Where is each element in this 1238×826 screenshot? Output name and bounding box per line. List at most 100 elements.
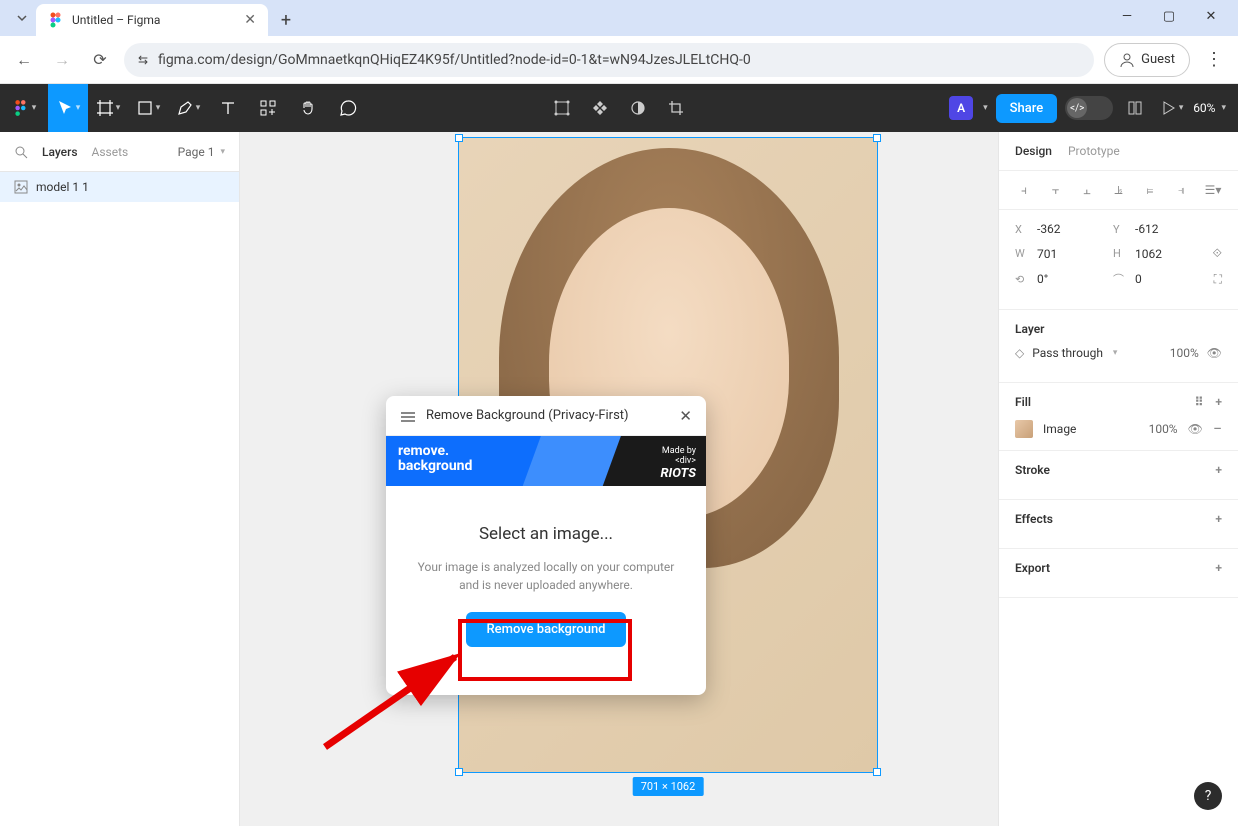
layers-panel: Layers Assets Page 1 ▾ model 1 1 bbox=[0, 132, 240, 826]
fill-type[interactable]: Image bbox=[1043, 422, 1076, 436]
radius-input[interactable]: 0 bbox=[1135, 272, 1203, 286]
edit-object-icon bbox=[553, 99, 571, 117]
resources-icon bbox=[259, 99, 277, 117]
user-avatar[interactable]: A bbox=[949, 96, 973, 120]
figma-menu-button[interactable]: ▾ bbox=[0, 84, 48, 132]
banner-riots: RIOTS bbox=[660, 466, 696, 481]
banner-text-1: remove. bbox=[398, 444, 472, 459]
plugin-close-button[interactable]: ✕ bbox=[679, 407, 692, 425]
y-input[interactable]: -612 bbox=[1135, 222, 1203, 236]
frame-tool-button[interactable]: ▾ bbox=[88, 84, 128, 132]
fill-swatch[interactable] bbox=[1015, 420, 1033, 438]
site-info-icon[interactable]: ⇆ bbox=[138, 53, 148, 67]
component-tool-button[interactable] bbox=[547, 84, 577, 132]
assets-tab[interactable]: Assets bbox=[92, 145, 129, 159]
window-maximize-button[interactable]: ▢ bbox=[1148, 0, 1190, 32]
design-tab[interactable]: Design bbox=[1015, 144, 1052, 158]
tab-close-icon[interactable]: ✕ bbox=[244, 12, 256, 28]
layer-item[interactable]: model 1 1 bbox=[0, 172, 239, 202]
banner-madeby: Made by bbox=[660, 446, 696, 456]
fill-styles-icon[interactable]: ⠿ bbox=[1195, 395, 1204, 409]
profile-guest-chip[interactable]: Guest bbox=[1104, 43, 1190, 77]
align-hcenter-button[interactable]: ⫟ bbox=[1047, 181, 1065, 199]
stroke-add-icon[interactable]: + bbox=[1215, 463, 1222, 477]
zoom-value: 60% bbox=[1193, 101, 1215, 115]
resize-handle-bl[interactable] bbox=[455, 768, 463, 776]
align-bottom-button[interactable]: ⫣ bbox=[1173, 181, 1191, 199]
x-input[interactable]: -362 bbox=[1037, 222, 1105, 236]
guest-icon bbox=[1119, 52, 1135, 68]
rotation-input[interactable]: 0° bbox=[1037, 272, 1105, 286]
tab-list-dropdown[interactable] bbox=[8, 4, 36, 32]
layer-name: model 1 1 bbox=[36, 180, 89, 194]
plugin-heading: Select an image... bbox=[406, 524, 686, 544]
window-close-button[interactable]: ✕ bbox=[1190, 0, 1232, 32]
shape-tool-button[interactable]: ▾ bbox=[128, 84, 168, 132]
banner-div: <div> bbox=[675, 456, 696, 466]
nav-reload-button[interactable]: ⟳ bbox=[86, 46, 114, 74]
canvas[interactable]: 701 × 1062 Remove Background (Privacy-Fi… bbox=[240, 132, 998, 826]
blend-mode-select[interactable]: Pass through bbox=[1032, 346, 1103, 360]
window-minimize-button[interactable]: — bbox=[1106, 0, 1148, 32]
fill-opacity-input[interactable]: 100% bbox=[1149, 422, 1178, 436]
crop-button[interactable] bbox=[661, 84, 691, 132]
export-section-heading: Export bbox=[1015, 561, 1050, 575]
effects-section-heading: Effects bbox=[1015, 512, 1053, 526]
dev-mode-icon: </> bbox=[1067, 98, 1087, 118]
book-icon bbox=[1126, 99, 1144, 117]
prototype-tab[interactable]: Prototype bbox=[1068, 144, 1120, 158]
zoom-control[interactable]: 60%▾ bbox=[1193, 101, 1226, 115]
play-icon bbox=[1159, 99, 1177, 117]
text-tool-button[interactable] bbox=[208, 84, 248, 132]
layer-visibility-icon[interactable]: 👁 bbox=[1207, 346, 1222, 360]
share-button[interactable]: Share bbox=[996, 94, 1058, 123]
constrain-icon[interactable]: ⟐ bbox=[1213, 246, 1222, 261]
h-input[interactable]: 1062 bbox=[1135, 247, 1203, 261]
mask-button[interactable] bbox=[623, 84, 653, 132]
resources-button[interactable] bbox=[248, 84, 288, 132]
hand-tool-button[interactable] bbox=[288, 84, 328, 132]
nav-forward-button[interactable]: → bbox=[48, 46, 76, 74]
effects-add-icon[interactable]: + bbox=[1215, 512, 1222, 526]
guest-label: Guest bbox=[1141, 52, 1175, 67]
cursor-icon bbox=[56, 99, 74, 117]
align-top-button[interactable]: ⫡ bbox=[1110, 181, 1128, 199]
browser-menu-button[interactable]: ⋮ bbox=[1200, 46, 1228, 74]
resize-handle-tr[interactable] bbox=[873, 134, 881, 142]
layers-tab[interactable]: Layers bbox=[42, 145, 78, 159]
fill-visibility-icon[interactable]: 👁 bbox=[1188, 422, 1203, 436]
help-button[interactable]: ? bbox=[1194, 782, 1222, 810]
align-right-button[interactable]: ⫠ bbox=[1078, 181, 1096, 199]
pen-icon bbox=[176, 99, 194, 117]
move-tool-button[interactable]: ▾ bbox=[48, 84, 88, 132]
export-add-icon[interactable]: + bbox=[1215, 561, 1222, 575]
page-selector[interactable]: Page 1 ▾ bbox=[178, 145, 225, 159]
nav-back-button[interactable]: ← bbox=[10, 46, 38, 74]
fill-remove-icon[interactable]: − bbox=[1213, 419, 1222, 438]
dev-mode-toggle[interactable]: </> bbox=[1065, 96, 1113, 120]
text-icon bbox=[219, 99, 237, 117]
comment-tool-button[interactable] bbox=[328, 84, 368, 132]
fill-add-icon[interactable]: + bbox=[1215, 395, 1222, 409]
plugin-modal: Remove Background (Privacy-First) ✕ remo… bbox=[386, 396, 706, 695]
layer-opacity-input[interactable]: 100% bbox=[1170, 346, 1199, 360]
url-input[interactable]: ⇆ figma.com/design/GoMmnaetkqnQHiqEZ4K95… bbox=[124, 43, 1094, 77]
new-tab-button[interactable]: + bbox=[272, 6, 300, 34]
figma-logo-icon bbox=[12, 99, 30, 117]
search-icon[interactable] bbox=[14, 145, 28, 159]
present-button[interactable]: ▾ bbox=[1157, 84, 1185, 132]
create-component-button[interactable] bbox=[585, 84, 615, 132]
radius-expand-icon[interactable]: ⛶ bbox=[1214, 272, 1222, 287]
resize-handle-tl[interactable] bbox=[455, 134, 463, 142]
align-vcenter-button[interactable]: ⫢ bbox=[1141, 181, 1159, 199]
blend-diamond-icon[interactable]: ◇ bbox=[1015, 346, 1024, 360]
library-button[interactable] bbox=[1121, 84, 1149, 132]
align-more-button[interactable]: ☰▾ bbox=[1204, 181, 1222, 199]
resize-handle-br[interactable] bbox=[873, 768, 881, 776]
avatar-chevron-icon[interactable]: ▾ bbox=[983, 103, 988, 113]
align-left-button[interactable]: ⫞ bbox=[1015, 181, 1033, 199]
pen-tool-button[interactable]: ▾ bbox=[168, 84, 208, 132]
browser-tab[interactable]: Untitled – Figma ✕ bbox=[36, 4, 268, 36]
remove-background-button[interactable]: Remove background bbox=[466, 612, 625, 647]
w-input[interactable]: 701 bbox=[1037, 247, 1105, 261]
